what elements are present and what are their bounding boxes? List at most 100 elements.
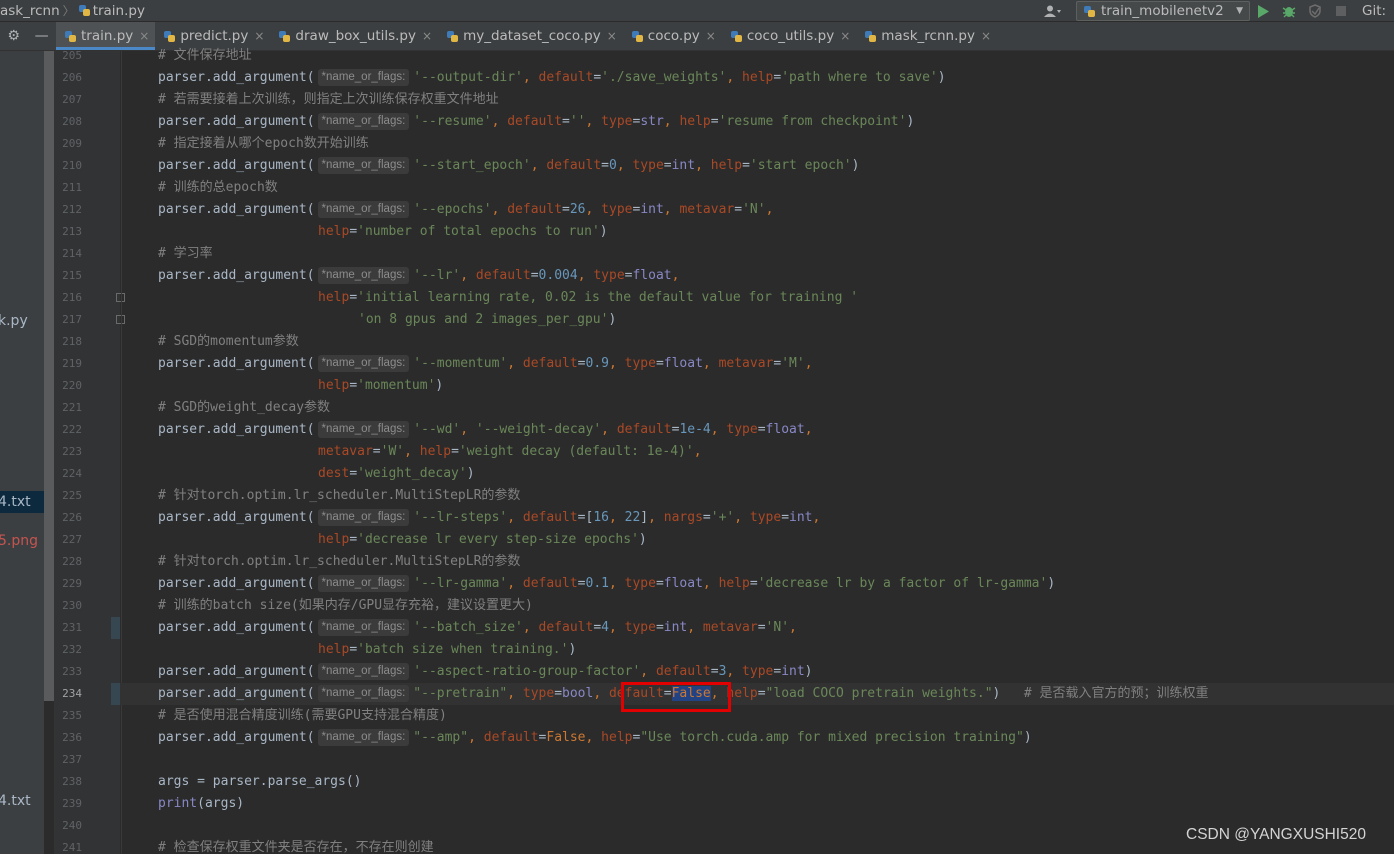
close-icon[interactable]: × (706, 29, 716, 43)
code-line[interactable]: # 文件保存地址 (158, 45, 252, 67)
line-number: 222 (62, 423, 82, 436)
code-line[interactable]: help='batch size when training.') (318, 639, 576, 661)
close-icon[interactable]: × (254, 29, 264, 43)
vcs-label[interactable]: Git: (1362, 3, 1394, 19)
project-scrollbar[interactable] (44, 51, 54, 701)
code-line[interactable]: 'on 8 gpus and 2 images_per_gpu') (358, 309, 616, 331)
code-line[interactable]: help='number of total epochs to run') (318, 221, 608, 243)
code-token: = (655, 576, 664, 591)
code-token: 'M' (781, 356, 805, 371)
code-line[interactable]: parser.add_argument(*name_or_flags: '--lr… (158, 573, 1055, 595)
code-token: "--pretrain" (413, 686, 508, 701)
code-line[interactable]: # 是否使用混合精度训练(需要GPU支持混合精度) (158, 705, 447, 727)
tab-label: predict.py (180, 28, 249, 44)
code-line[interactable]: parser.add_argument(*name_or_flags: '--ba… (158, 617, 797, 639)
code-token: , (663, 114, 680, 129)
code-line[interactable]: parser.add_argument(*name_or_flags: '--ep… (158, 199, 773, 221)
line-number: 215 (62, 269, 82, 282)
code-line[interactable]: # 若需要接着上次训练，则指定上次训练保存权重文件地址 (158, 89, 499, 111)
gear-icon[interactable]: ⚙ (7, 28, 20, 44)
code-token: dest (318, 466, 350, 481)
close-icon[interactable]: × (139, 29, 149, 43)
code-line[interactable]: parser.add_argument(*name_or_flags: '--ou… (158, 67, 946, 89)
code-token: = (349, 290, 358, 305)
code-line[interactable]: dest='weight_decay') (318, 463, 475, 485)
code-line[interactable]: help='initial learning rate, 0.02 is the… (318, 287, 858, 309)
code-line[interactable]: parser.add_argument(*name_or_flags: '--lr… (158, 507, 820, 529)
line-number: 224 (62, 467, 82, 480)
code-token: ) (906, 114, 915, 129)
project-item-txt[interactable]: 4.txt (0, 793, 31, 809)
vcs-change-marker[interactable] (111, 683, 120, 705)
code-token: 22 (624, 510, 641, 525)
code-token: = (773, 70, 782, 85)
code-token: # 针对torch.optim.lr_scheduler.MultiStepLR… (158, 488, 521, 503)
code-line[interactable]: # 指定接着从哪个epoch数开始训练 (158, 133, 369, 155)
code-line[interactable]: # 学习率 (158, 243, 213, 265)
code-token: = (349, 466, 358, 481)
run-configuration-select[interactable]: train_mobilenetv2 ▼ (1076, 1, 1250, 21)
code-token: 'number of total epochs to run' (357, 224, 600, 239)
code-token: , (507, 510, 523, 525)
code-line[interactable]: args = parser.parse_args() (158, 771, 362, 793)
code-token: = (710, 114, 719, 129)
close-icon[interactable]: × (422, 29, 432, 43)
code-token: , (726, 70, 743, 85)
code-line[interactable]: # SGD的momentum参数 (158, 331, 299, 353)
code-token: default (483, 730, 539, 745)
breadcrumb-file[interactable]: train.py (78, 3, 145, 19)
project-item-png[interactable]: 5.png (0, 533, 38, 549)
code-line[interactable]: parser.add_argument(*name_or_flags: '--mo… (158, 353, 813, 375)
close-icon[interactable]: × (981, 29, 991, 43)
code-token: = (702, 510, 711, 525)
code-line[interactable]: # 训练的总epoch数 (158, 177, 278, 199)
code-token: , (491, 202, 508, 217)
stop-icon[interactable] (1328, 0, 1354, 22)
indent-guide (121, 51, 122, 854)
tab-mask-rcnn[interactable]: mask_rcnn.py × (856, 22, 997, 50)
code-token: '+' (710, 510, 735, 525)
breadcrumb-project[interactable]: ask_rcnn (0, 3, 60, 19)
code-line[interactable]: parser.add_argument(*name_or_flags: '--re… (158, 111, 914, 133)
code-line[interactable]: # SGD的weight_decay参数 (158, 397, 330, 419)
tab-coco[interactable]: coco.py × (623, 22, 722, 50)
project-item-k-py[interactable]: k.py (0, 313, 28, 329)
close-icon[interactable]: × (840, 29, 850, 43)
debug-icon[interactable] (1276, 0, 1302, 22)
tab-draw-box-utils[interactable]: draw_box_utils.py × (270, 22, 438, 50)
code-token: 'W' (380, 444, 405, 459)
code-line[interactable]: metavar='W', help='weight decay (default… (318, 441, 702, 463)
run-icon[interactable] (1250, 0, 1276, 22)
project-item-txt-selected[interactable]: 4.txt (0, 491, 44, 513)
code-line[interactable]: parser.add_argument(*name_or_flags: "--am… (158, 727, 1032, 749)
tab-my-dataset-coco[interactable]: my_dataset_coco.py × (438, 22, 623, 50)
code-line[interactable]: help='momentum') (318, 375, 443, 397)
code-token: , (608, 620, 625, 635)
code-line[interactable]: print(args) (158, 793, 244, 815)
code-line[interactable]: # 针对torch.optim.lr_scheduler.MultiStepLR… (158, 485, 520, 507)
code-line[interactable]: # 针对torch.optim.lr_scheduler.MultiStepLR… (158, 551, 520, 573)
coverage-icon[interactable] (1302, 0, 1328, 22)
code-token: '--batch_size' (413, 620, 523, 635)
code-token: parser.add_argument( (158, 664, 315, 679)
code-line[interactable]: # 训练的batch size(如果内存/GPU显存充裕，建议设置更大) (158, 595, 533, 617)
code-token: , (468, 730, 484, 745)
user-menu-icon[interactable] (1036, 0, 1070, 22)
parameter-hint: *name_or_flags: (317, 729, 410, 746)
code-line[interactable]: parser.add_argument(*name_or_flags: '--lr… (158, 265, 679, 287)
close-icon[interactable]: × (607, 29, 617, 43)
code-token: parser.add_argument( (158, 620, 315, 635)
tab-bar-tools: ⚙ — (0, 22, 56, 50)
minimize-icon[interactable]: — (35, 28, 49, 44)
code-line[interactable]: parser.add_argument(*name_or_flags: '--as… (158, 661, 813, 683)
code-token: parser.add_argument( (158, 730, 315, 745)
code-line[interactable]: # 检查保存权重文件夹是否存在，不存在则创建 (158, 837, 434, 854)
tab-coco-utils[interactable]: coco_utils.py × (722, 22, 856, 50)
code-line[interactable]: parser.add_argument(*name_or_flags: '--st… (158, 155, 859, 177)
vcs-change-marker[interactable] (111, 617, 120, 639)
code-line[interactable]: help='decrease lr every step-size epochs… (318, 529, 647, 551)
code-line[interactable]: parser.add_argument(*name_or_flags: '--wd… (158, 419, 813, 441)
code-token: , (804, 422, 813, 437)
code-token: parser.add_argument( (158, 114, 315, 129)
code-token: = (710, 664, 719, 679)
